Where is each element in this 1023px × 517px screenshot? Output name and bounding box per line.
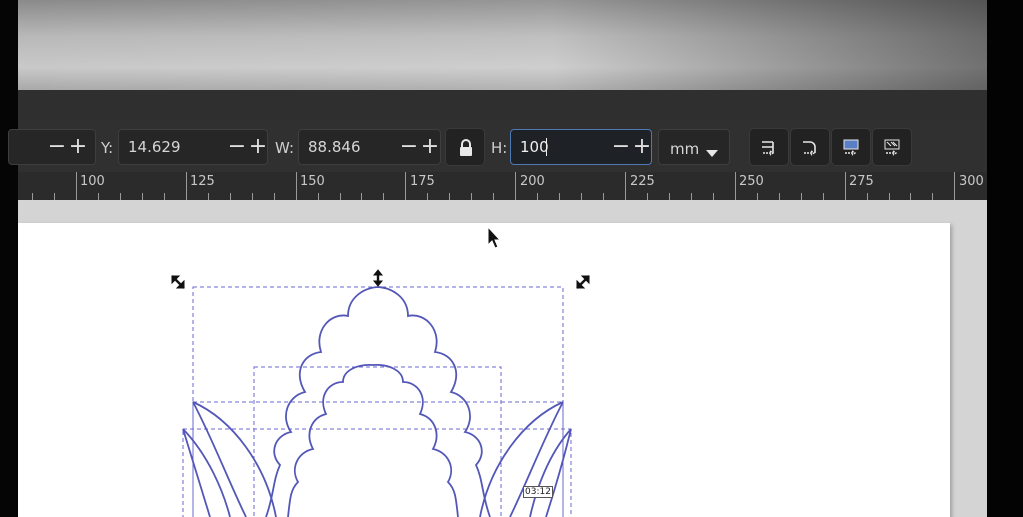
w-value[interactable]: 88.846 [308,138,361,156]
ruler-label: 125 [190,174,215,189]
ruler-label: 300 [959,174,984,189]
text-caret [546,138,547,156]
move-patterns-button[interactable] [872,128,912,166]
ruler-tick [801,193,802,200]
ruler-tick [581,193,582,200]
screen: − + Y: 14.629 − + W: 88.846 − + H: 100 −… [0,0,1023,517]
drawing-canvas[interactable] [18,200,987,517]
y-decrement-button[interactable]: − [227,130,247,164]
y-field[interactable]: 14.629 − + [118,129,268,165]
scale-corners-button[interactable] [790,128,830,166]
ruler-tick [493,193,494,200]
ruler-label: 150 [300,174,325,189]
ruler-tick [867,193,868,200]
ruler-tick [252,193,253,200]
title-area [18,0,987,90]
ruler-label: 275 [849,174,874,189]
ruler-tick [54,193,55,200]
h-label: H: [491,139,508,157]
ruler-tick [669,193,670,200]
mouse-cursor-icon [487,225,502,249]
window-left-edge [0,0,18,517]
h-decrement-button[interactable]: − [611,130,631,164]
ruler-tick [340,193,341,200]
ruler-tick [823,193,824,200]
ruler-tick [274,193,275,200]
ruler-label: 250 [739,174,764,189]
ruler-label: 175 [410,174,435,189]
menu-bar-strip [18,90,987,120]
w-field[interactable]: 88.846 − + [298,129,441,165]
horizontal-ruler[interactable]: 100 125 150 175 200 225 250 275 300 [18,172,987,200]
ruler-tick [515,172,516,200]
ruler-tick [427,193,428,200]
canvas-area[interactable]: 03:12 [18,200,987,517]
transform-handles[interactable] [171,269,590,289]
ruler-position-marker [478,193,490,200]
ruler-label: 100 [80,174,105,189]
ruler-tick [142,193,143,200]
w-increment-button[interactable]: + [420,130,440,164]
ruler-tick [98,193,99,200]
h-field[interactable]: 100 − + [510,129,652,165]
ruler-tick [230,193,231,200]
selection-bbox [182,286,572,517]
x-field[interactable]: − + [8,129,96,165]
ruler-tick [76,172,77,200]
h-value[interactable]: 100 [520,138,549,156]
ruler-tick [164,193,165,200]
ruler-tick [383,193,384,200]
y-label: Y: [101,139,114,157]
ruler-tick [647,193,648,200]
ruler-tick [471,193,472,200]
ruler-tick [208,193,209,200]
x-decrement-button[interactable]: − [47,130,67,164]
ruler-tick [691,193,692,200]
select-tool-toolbar: − + Y: 14.629 − + W: 88.846 − + H: 100 −… [8,120,987,172]
ruler-tick [889,193,890,200]
x-increment-button[interactable]: + [68,130,88,164]
ruler-tick [932,193,933,200]
ruler-tick [625,172,626,200]
ruler-tick [954,172,955,200]
ruler-tick [735,172,736,200]
ruler-tick [779,193,780,200]
move-gradients-button[interactable] [831,128,871,166]
ruler-tick [845,172,846,200]
ruler-tick [361,193,362,200]
ruler-tick [186,172,187,200]
w-label: W: [275,139,295,157]
chevron-down-icon [705,143,719,162]
ruler-tick [405,172,406,200]
ruler-label: 200 [520,174,545,189]
ruler-tick [757,193,758,200]
ruler-tick [537,193,538,200]
lock-proportions-button[interactable] [445,128,485,166]
unit-select[interactable]: mm [658,129,730,165]
h-increment-button[interactable]: + [632,130,652,164]
y-increment-button[interactable]: + [248,130,268,164]
y-value[interactable]: 14.629 [128,138,181,156]
ruler-label: 225 [630,174,655,189]
ruler-tick [910,193,911,200]
ruler-tick [603,193,604,200]
window-right-edge [987,0,1023,517]
ruler-tick [120,193,121,200]
w-decrement-button[interactable]: − [399,130,419,164]
ruler-tick [32,193,33,200]
ruler-tick [318,193,319,200]
ruler-tick [449,193,450,200]
ruler-tick [713,193,714,200]
unit-value: mm [670,140,700,158]
time-badge: 03:12 [523,486,553,498]
scale-stroke-button[interactable] [749,128,789,166]
ruler-tick [296,172,297,200]
ruler-tick [559,193,560,200]
